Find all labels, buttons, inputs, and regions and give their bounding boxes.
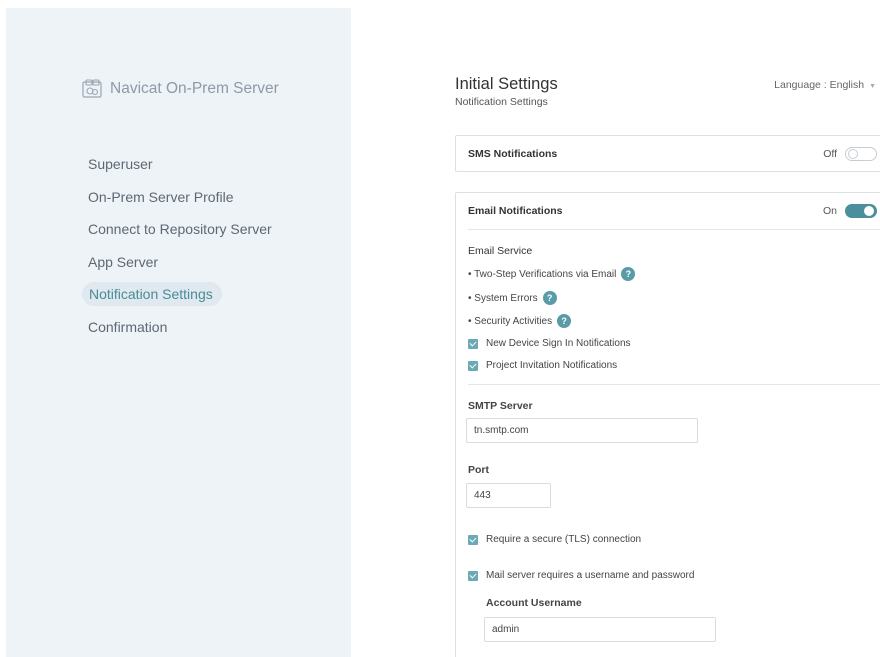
checkbox-checked-icon[interactable] (468, 360, 478, 371)
email-notifications-card: Email Notifications On Email Service • T… (455, 192, 880, 657)
divider (468, 384, 880, 385)
checkbox-new-device-sign-in[interactable]: New Device Sign In Notifications (468, 338, 631, 349)
toggle-knob (864, 206, 874, 216)
email-toggle-label: On (822, 205, 837, 217)
sidebar-item-connect-to-repository-server[interactable]: Connect to Repository Server (88, 217, 272, 241)
checkbox-checked-icon[interactable] (468, 570, 478, 581)
account-username-label: Account Username (486, 597, 582, 609)
sidebar-item-confirmation[interactable]: Confirmation (88, 315, 167, 339)
page-title: Initial Settings (455, 75, 558, 93)
language-select[interactable]: Language : English ▼ (774, 79, 876, 91)
checkbox-require-auth[interactable]: Mail server requires a username and pass… (468, 570, 694, 581)
question-icon[interactable]: ? (621, 267, 636, 281)
sms-toggle[interactable] (845, 147, 877, 161)
sms-toggle-label: Off (823, 148, 837, 160)
sidebar-item-on-prem-server-profile[interactable]: On-Prem Server Profile (88, 185, 233, 209)
email-notifications-title: Email Notifications (468, 205, 563, 217)
main-content: Initial Settings Notification Settings L… (455, 0, 880, 657)
sidebar-item-superuser[interactable]: Superuser (88, 152, 153, 176)
port-input[interactable]: 443 (466, 483, 551, 508)
app-name: Navicat On-Prem Server (110, 80, 279, 97)
account-username-input[interactable]: admin (484, 617, 716, 642)
bullet-system-errors: • System Errors? (468, 291, 557, 305)
question-icon[interactable]: ? (542, 291, 557, 305)
sms-notifications-card: SMS Notifications Off (455, 135, 880, 172)
sidebar-item-app-server[interactable]: App Server (88, 250, 158, 274)
port-label: Port (468, 464, 489, 476)
bullet-label: • Security Activities (468, 315, 553, 327)
app-logo: Navicat On-Prem Server (82, 79, 279, 99)
sidebar-item-notification-settings[interactable]: Notification Settings (82, 282, 222, 306)
bullet-label: • System Errors (468, 292, 538, 304)
sms-toggle-wrap: Off (823, 147, 877, 161)
checkbox-checked-icon[interactable] (468, 534, 478, 545)
checkbox-label: New Device Sign In Notifications (486, 338, 631, 349)
smtp-server-input[interactable]: tn.smtp.com (466, 418, 698, 443)
sidebar: Navicat On-Prem Server Superuser On-Prem… (6, 8, 351, 657)
checkbox-require-tls[interactable]: Require a secure (TLS) connection (468, 534, 641, 545)
email-toggle-wrap: On (823, 204, 877, 218)
checkbox-project-invitation[interactable]: Project Invitation Notifications (468, 360, 617, 371)
email-service-label: Email Service (468, 245, 533, 257)
page-subtitle: Notification Settings (455, 96, 548, 108)
checkbox-label: Project Invitation Notifications (486, 360, 618, 371)
email-toggle[interactable] (845, 204, 877, 218)
question-icon[interactable]: ? (557, 314, 572, 328)
caret-down-icon: ▼ (869, 83, 876, 90)
sms-notifications-title: SMS Notifications (468, 148, 558, 160)
bullet-security-activities: • Security Activities? (468, 314, 572, 328)
checkbox-label: Require a secure (TLS) connection (486, 534, 642, 545)
bullet-two-step-verification: • Two-Step Verifications via Email? (468, 267, 636, 281)
checkbox-label: Mail server requires a username and pass… (486, 570, 695, 581)
smtp-server-label: SMTP Server (468, 400, 533, 412)
language-label: Language : English (774, 79, 865, 91)
checkbox-checked-icon[interactable] (468, 338, 478, 349)
divider (468, 229, 880, 230)
bullet-label: • Two-Step Verifications via Email (468, 268, 617, 280)
navicat-logo-icon (82, 79, 102, 98)
toggle-knob (848, 149, 858, 159)
